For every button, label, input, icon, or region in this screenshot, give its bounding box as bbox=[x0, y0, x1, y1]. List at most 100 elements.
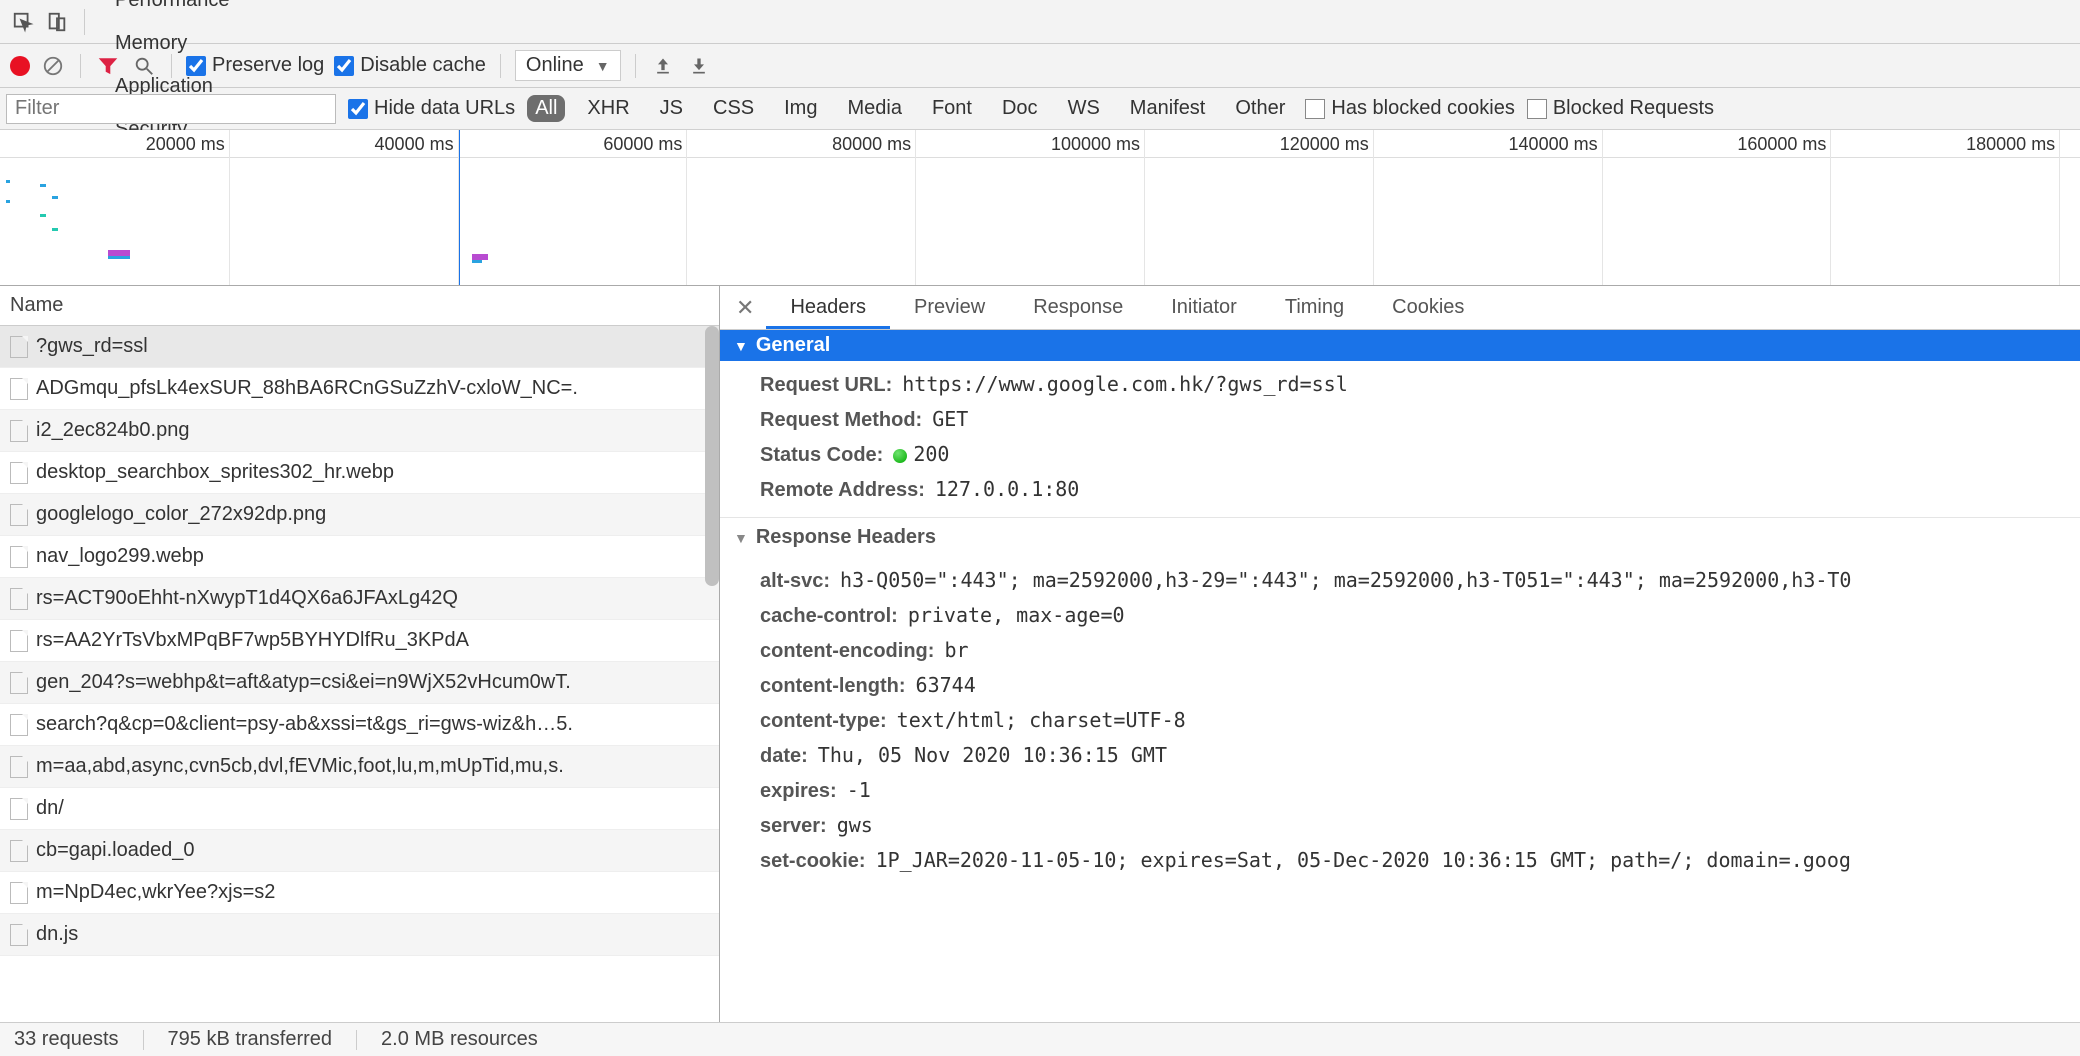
filter-type-doc[interactable]: Doc bbox=[994, 95, 1046, 122]
separator bbox=[500, 54, 501, 78]
request-list: ?gws_rd=ssl ADGmqu_pfsLk4exSUR_88hBA6RCnG… bbox=[0, 326, 719, 1022]
disclosure-triangle-icon bbox=[734, 526, 748, 549]
detail-tab-timing[interactable]: Timing bbox=[1261, 286, 1368, 329]
filter-icon[interactable] bbox=[95, 53, 121, 79]
preserve-log-checkbox[interactable]: Preserve log bbox=[186, 54, 324, 77]
filter-type-media[interactable]: Media bbox=[839, 95, 909, 122]
inspect-element-icon[interactable] bbox=[6, 5, 40, 39]
header-kv-row: set-cookie:1P_JAR=2020-11-05-10; expires… bbox=[760, 843, 2080, 878]
request-row[interactable]: gen_204?s=webhp&t=aft&atyp=csi&ei=n9WjX5… bbox=[0, 662, 719, 704]
filter-type-img[interactable]: Img bbox=[776, 95, 825, 122]
request-row[interactable]: m=aa,abd,async,cvn5cb,dvl,fEVMic,foot,lu… bbox=[0, 746, 719, 788]
clear-button[interactable] bbox=[40, 53, 66, 79]
has-blocked-cookies-checkbox[interactable]: Has blocked cookies bbox=[1305, 97, 1514, 120]
response-headers-section-body: alt-svc:h3-Q050=":443"; ma=2592000,h3-29… bbox=[720, 557, 2080, 888]
header-kv-row: server:gws bbox=[760, 808, 2080, 843]
request-row[interactable]: i2_2ec824b0.png bbox=[0, 410, 719, 452]
request-row[interactable]: googlelogo_color_272x92dp.png bbox=[0, 494, 719, 536]
request-name: nav_logo299.webp bbox=[36, 545, 204, 568]
file-icon bbox=[10, 924, 28, 946]
filter-type-ws[interactable]: WS bbox=[1060, 95, 1108, 122]
kv-key: Status Code: bbox=[760, 444, 883, 467]
network-filter-bar: Hide data URLs All XHR JS CSS Img Media Font Do… bbox=[0, 88, 2080, 130]
kv-value: br bbox=[944, 638, 968, 662]
preserve-log-label: Preserve log bbox=[212, 54, 324, 77]
throttling-dropdown[interactable]: Online ▼ bbox=[515, 50, 621, 81]
file-icon bbox=[10, 336, 28, 358]
request-row[interactable]: cb=gapi.loaded_0 bbox=[0, 830, 719, 872]
blocked-requests-label: Blocked Requests bbox=[1553, 97, 1714, 120]
request-row[interactable]: ?gws_rd=ssl bbox=[0, 326, 719, 368]
filter-type-css[interactable]: CSS bbox=[705, 95, 762, 122]
request-name: m=NpD4ec,wkrYee?xjs=s2 bbox=[36, 881, 275, 904]
request-row[interactable]: ADGmqu_pfsLk4exSUR_88hBA6RCnGSuZzhV-cxlo… bbox=[0, 368, 719, 410]
device-toolbar-icon[interactable] bbox=[40, 5, 74, 39]
record-button[interactable] bbox=[10, 56, 30, 76]
general-section-header[interactable]: General bbox=[720, 330, 2080, 361]
header-kv-row: date:Thu, 05 Nov 2020 10:36:15 GMT bbox=[760, 738, 2080, 773]
file-icon bbox=[10, 672, 28, 694]
request-row[interactable]: dn.js bbox=[0, 914, 719, 956]
response-headers-section-label: Response Headers bbox=[756, 526, 936, 549]
export-har-icon[interactable] bbox=[686, 53, 712, 79]
request-row[interactable]: dn/ bbox=[0, 788, 719, 830]
timeline-tick: 140000 ms bbox=[1509, 134, 1602, 155]
filter-type-manifest[interactable]: Manifest bbox=[1122, 95, 1214, 122]
kv-value: https://www.google.com.hk/?gws_rd=ssl bbox=[902, 372, 1348, 396]
header-kv-row: content-encoding:br bbox=[760, 633, 2080, 668]
header-kv-row: alt-svc:h3-Q050=":443"; ma=2592000,h3-29… bbox=[760, 563, 2080, 598]
scrollbar-thumb[interactable] bbox=[705, 326, 719, 586]
column-name-label: Name bbox=[10, 294, 63, 317]
filter-type-xhr[interactable]: XHR bbox=[579, 95, 637, 122]
request-name: rs=ACT90oEhht-nXwypT1d4QX6a6JFAxLg42Q bbox=[36, 587, 458, 610]
checkbox-icon bbox=[1527, 99, 1547, 119]
hide-data-urls-checkbox[interactable]: Hide data URLs bbox=[348, 97, 515, 120]
header-kv-row: Status Code:200 bbox=[760, 437, 2080, 472]
header-kv-row: content-length:63744 bbox=[760, 668, 2080, 703]
kv-value: private, max-age=0 bbox=[908, 603, 1125, 627]
request-row[interactable]: nav_logo299.webp bbox=[0, 536, 719, 578]
filter-type-font[interactable]: Font bbox=[924, 95, 980, 122]
requests-pane: Name ?gws_rd=ssl ADGmqu_pfsLk4exSUR_88hBA… bbox=[0, 286, 720, 1022]
filter-input[interactable] bbox=[6, 94, 336, 124]
separator bbox=[635, 54, 636, 78]
request-row[interactable]: desktop_searchbox_sprites302_hr.webp bbox=[0, 452, 719, 494]
status-resources: 2.0 MB resources bbox=[381, 1028, 538, 1051]
search-icon[interactable] bbox=[131, 53, 157, 79]
file-icon bbox=[10, 630, 28, 652]
tab-performance[interactable]: Performance bbox=[95, 0, 251, 22]
header-kv-row: Request Method:GET bbox=[760, 402, 2080, 437]
filter-type-other[interactable]: Other bbox=[1227, 95, 1293, 122]
kv-key: cache-control: bbox=[760, 605, 898, 628]
detail-tab-headers[interactable]: Headers bbox=[766, 286, 890, 329]
request-row[interactable]: rs=ACT90oEhht-nXwypT1d4QX6a6JFAxLg42Q bbox=[0, 578, 719, 620]
detail-tab-preview[interactable]: Preview bbox=[890, 286, 1009, 329]
request-name: ADGmqu_pfsLk4exSUR_88hBA6RCnGSuZzhV-cxlo… bbox=[36, 377, 578, 400]
kv-key: expires: bbox=[760, 780, 837, 803]
request-row[interactable]: m=NpD4ec,wkrYee?xjs=s2 bbox=[0, 872, 719, 914]
detail-tab-cookies[interactable]: Cookies bbox=[1368, 286, 1488, 329]
close-details-button[interactable]: ✕ bbox=[732, 295, 766, 321]
separator bbox=[143, 1030, 144, 1050]
requests-column-header[interactable]: Name bbox=[0, 286, 719, 326]
detail-tab-response[interactable]: Response bbox=[1009, 286, 1147, 329]
separator bbox=[171, 54, 172, 78]
disable-cache-label: Disable cache bbox=[360, 54, 486, 77]
file-icon bbox=[10, 798, 28, 820]
request-name: m=aa,abd,async,cvn5cb,dvl,fEVMic,foot,lu… bbox=[36, 755, 564, 778]
general-section-label: General bbox=[756, 334, 830, 357]
network-overview-timeline[interactable]: 20000 ms40000 ms60000 ms80000 ms100000 m… bbox=[0, 130, 2080, 286]
request-name: googlelogo_color_272x92dp.png bbox=[36, 503, 326, 526]
disable-cache-checkbox[interactable]: Disable cache bbox=[334, 54, 486, 77]
timeline-tick: 100000 ms bbox=[1051, 134, 1144, 155]
filter-type-all[interactable]: All bbox=[527, 95, 565, 122]
request-row[interactable]: search?q&cp=0&client=psy-ab&xssi=t&gs_ri… bbox=[0, 704, 719, 746]
filter-type-js[interactable]: JS bbox=[652, 95, 691, 122]
file-icon bbox=[10, 546, 28, 568]
kv-value: 1P_JAR=2020-11-05-10; expires=Sat, 05-De… bbox=[876, 848, 1851, 872]
response-headers-section-header[interactable]: Response Headers bbox=[720, 517, 2080, 557]
blocked-requests-checkbox[interactable]: Blocked Requests bbox=[1527, 97, 1714, 120]
import-har-icon[interactable] bbox=[650, 53, 676, 79]
request-row[interactable]: rs=AA2YrTsVbxMPqBF7wp5BYHYDlfRu_3KPdA bbox=[0, 620, 719, 662]
detail-tab-initiator[interactable]: Initiator bbox=[1147, 286, 1261, 329]
